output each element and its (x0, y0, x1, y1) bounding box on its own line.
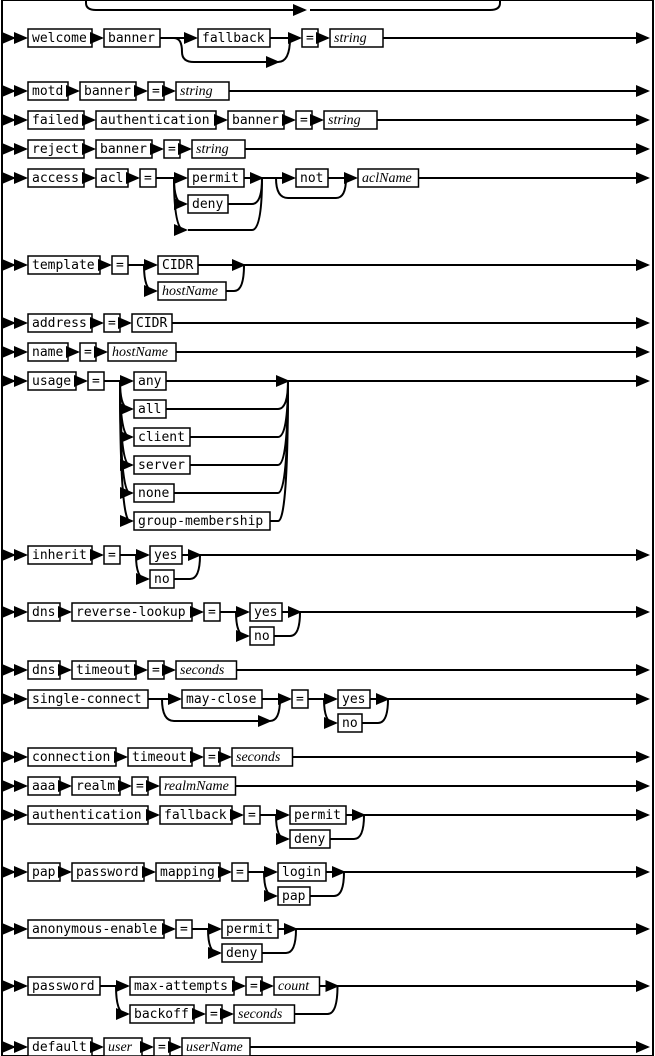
kw-maxatt-label: max-attempts (134, 979, 228, 994)
eq19b-label: = (210, 1007, 218, 1022)
kw-auth-label: authentication (100, 113, 210, 128)
kw-pap-label: pap (32, 865, 56, 880)
kw-deny3-label: deny (226, 946, 257, 961)
eq14-label: = (208, 750, 216, 765)
nt-seconds-label: seconds (180, 663, 225, 678)
kw-no2-label: no (254, 629, 270, 644)
kw-motd-label: motd (32, 84, 63, 99)
kw-timeout2-label: timeout (132, 750, 187, 765)
kw-dns-label: dns (32, 605, 55, 620)
kw-connection-label: connection (32, 750, 110, 765)
eq15-label: = (136, 779, 144, 794)
kw-server-label: server (138, 458, 185, 473)
kw-auth2-label: authentication (32, 808, 142, 823)
eq5-label: = (144, 171, 152, 186)
eq16-label: = (248, 808, 256, 823)
kw-fallback-label: fallback (202, 31, 265, 46)
kw-name-label: name (32, 345, 63, 360)
eq12-label: = (152, 663, 160, 678)
kw-no3-label: no (342, 716, 358, 731)
nt-seconds3-label: seconds (238, 1007, 283, 1022)
kw-any-label: any (138, 374, 162, 389)
eq8-label: = (84, 345, 92, 360)
kw-reject-label: reject (32, 142, 79, 157)
eq11-label: = (208, 605, 216, 620)
kw-anonenable-label: anonymous-enable (32, 922, 157, 937)
kw-password2-label: password (32, 979, 95, 994)
nt-hostname2-label: hostName (112, 345, 168, 360)
kw-deny2-label: deny (294, 832, 325, 847)
nt-user-label: user (108, 1040, 133, 1055)
kw-dns2-label: dns (32, 663, 55, 678)
kw-aaa-label: aaa (32, 779, 55, 794)
kw-revlookup-label: reverse-lookup (76, 605, 186, 620)
kw-permit2-label: permit (294, 808, 341, 823)
kw-all-label: all (138, 402, 161, 417)
eq20-label: = (158, 1040, 166, 1055)
kw-failed-label: failed (32, 113, 79, 128)
kw-banner4-label: banner (100, 142, 147, 157)
kw-yes3-label: yes (342, 692, 365, 707)
nt-hostname-label: hostName (162, 284, 218, 299)
eq7-label: = (108, 316, 116, 331)
eq13-label: = (296, 692, 304, 707)
kw-permit-label: permit (192, 171, 239, 186)
nt-aclname-label: aclName (362, 171, 412, 186)
kw-banner2-label: banner (84, 84, 131, 99)
eq10-label: = (108, 548, 116, 563)
nt-string2-label: string (180, 84, 213, 99)
nt-string-label: string (334, 31, 367, 46)
nt-string4-label: string (196, 142, 229, 157)
kw-banner-label: banner (108, 31, 155, 46)
eq6-label: = (116, 258, 124, 273)
kw-default-label: default (32, 1040, 87, 1055)
kw-not-label: not (300, 171, 323, 186)
eq18-label: = (180, 922, 188, 937)
kw-usage-label: usage (32, 374, 71, 389)
kw-address-label: address (32, 316, 87, 331)
eq2-label: = (152, 84, 160, 99)
eq4-label: = (168, 142, 176, 157)
eq17-label: = (236, 865, 244, 880)
nt-seconds2-label: seconds (236, 750, 281, 765)
kw-acl-label: acl (100, 171, 123, 186)
nt-realmname-label: realmName (164, 779, 229, 794)
kw-permit3-label: permit (226, 922, 273, 937)
kw-singleconn-label: single-connect (32, 692, 142, 707)
kw-cidr2-label: CIDR (136, 316, 167, 331)
eq-label: = (306, 31, 314, 46)
kw-yes-label: yes (154, 548, 177, 563)
kw-yes2-label: yes (254, 605, 277, 620)
kw-mapping-label: mapping (160, 865, 215, 880)
kw-backoff-label: backoff (134, 1007, 189, 1022)
kw-no-label: no (154, 572, 170, 587)
eq9-label: = (92, 374, 100, 389)
kw-none-label: none (138, 486, 169, 501)
kw-cidr-label: CIDR (162, 258, 193, 273)
kw-template-label: template (32, 258, 95, 273)
kw-inherit-label: inherit (32, 548, 87, 563)
kw-pap2-label: pap (282, 889, 306, 904)
kw-fallback2-label: fallback (164, 808, 227, 823)
kw-client-label: client (138, 430, 185, 445)
kw-mayclose-label: may-close (186, 692, 257, 707)
kw-timeout-label: timeout (76, 663, 131, 678)
kw-welcome-label: welcome (32, 31, 87, 46)
kw-deny-label: deny (192, 197, 223, 212)
nt-username-label: userName (186, 1040, 243, 1055)
railroad-diagram: welcome banner fallback = string motd banner = s… (0, 0, 655, 1056)
kw-banner3-label: banner (232, 113, 279, 128)
eq19a-label: = (250, 979, 258, 994)
kw-password-label: password (76, 865, 139, 880)
kw-realm-label: realm (76, 779, 115, 794)
kw-access-label: access (32, 171, 79, 186)
kw-login-label: login (282, 865, 321, 880)
nt-count-label: count (278, 979, 310, 994)
eq3-label: = (300, 113, 308, 128)
nt-string3-label: string (328, 113, 361, 128)
kw-groupmem-label: group-membership (138, 514, 263, 529)
